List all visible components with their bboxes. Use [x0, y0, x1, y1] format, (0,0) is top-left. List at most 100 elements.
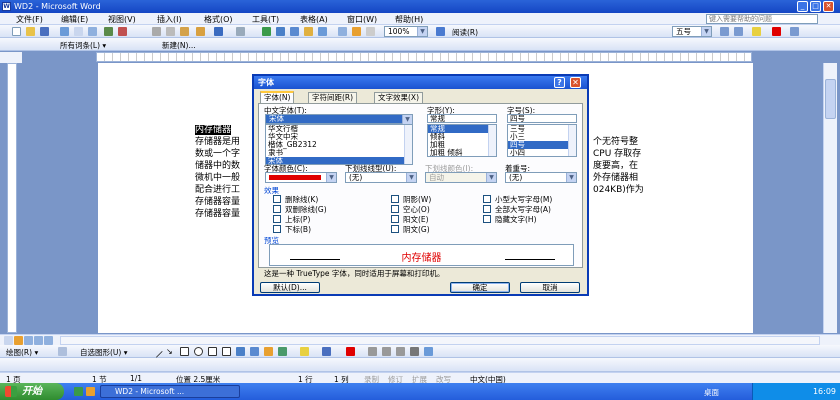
- start-button[interactable]: 开始: [0, 383, 64, 400]
- hyperlink-icon[interactable]: [262, 27, 271, 36]
- diagram-icon[interactable]: [250, 347, 259, 356]
- spelling-icon[interactable]: [104, 27, 113, 36]
- menu-file[interactable]: 文件(F): [16, 14, 43, 25]
- new-entry-button[interactable]: 新建(N)...: [162, 40, 196, 51]
- print-preview-icon[interactable]: [88, 27, 97, 36]
- menu-tools[interactable]: 工具(T): [252, 14, 279, 25]
- quicklaunch-ie-icon[interactable]: [86, 387, 95, 396]
- autoshapes-menu[interactable]: 自选图形(U) ▾: [80, 347, 128, 358]
- help-button[interactable]: ?: [554, 77, 565, 88]
- menu-help[interactable]: 帮助(H): [395, 14, 423, 25]
- hidden-checkbox[interactable]: [483, 215, 491, 223]
- wordart-icon[interactable]: [236, 347, 245, 356]
- default-button[interactable]: 默认(D)...: [260, 282, 320, 293]
- selected-heading[interactable]: 内存储器: [195, 125, 232, 135]
- format-painter-icon[interactable]: [196, 27, 205, 36]
- dash-style-icon[interactable]: [382, 347, 391, 356]
- horizontal-ruler[interactable]: [96, 52, 752, 62]
- maximize-button[interactable]: □: [810, 1, 821, 12]
- outline-view-icon[interactable]: [34, 336, 43, 345]
- select-objects-icon[interactable]: [58, 347, 67, 356]
- arrow-icon[interactable]: ↘: [166, 347, 175, 356]
- doc-map-icon[interactable]: [352, 27, 361, 36]
- copy-icon[interactable]: [166, 27, 175, 36]
- cn-font-input[interactable]: 宋体 ▼: [265, 114, 413, 124]
- cancel-button[interactable]: 取消: [520, 282, 580, 293]
- menu-edit[interactable]: 编辑(E): [61, 14, 88, 25]
- print-view-icon[interactable]: [24, 336, 33, 345]
- cn-font-list[interactable]: 华文行楷 华文中宋 楷体_GB2312 隶书 宋体: [265, 124, 413, 165]
- underline-style-select[interactable]: (无) ▼: [345, 172, 417, 183]
- menu-insert[interactable]: 插入(I): [157, 14, 182, 25]
- research-icon[interactable]: [118, 27, 127, 36]
- font-color-icon[interactable]: [772, 27, 781, 36]
- show-hide-icon[interactable]: [366, 27, 375, 36]
- read-mode-button[interactable]: 阅读(R): [452, 27, 478, 38]
- ok-button[interactable]: 确定: [450, 282, 510, 293]
- outline-checkbox[interactable]: [391, 205, 399, 213]
- font-size-select[interactable]: 五号 ▼: [672, 26, 712, 37]
- tab-text-effects[interactable]: 文字效果(X): [374, 92, 423, 103]
- menu-table[interactable]: 表格(A): [300, 14, 328, 25]
- shadow-style-icon[interactable]: [410, 347, 419, 356]
- size-input[interactable]: 四号: [507, 114, 577, 123]
- help-icon[interactable]: [436, 27, 445, 36]
- align-icon[interactable]: [720, 27, 729, 36]
- picture-icon[interactable]: [278, 347, 287, 356]
- web-view-icon[interactable]: [14, 336, 23, 345]
- menu-format[interactable]: 格式(O): [204, 14, 233, 25]
- fill-color-icon[interactable]: [300, 347, 309, 356]
- all-entries-button[interactable]: 所有词条(L) ▾: [60, 40, 106, 51]
- small-caps-checkbox[interactable]: [483, 195, 491, 203]
- more-buttons-icon[interactable]: [790, 27, 799, 36]
- scroll-thumb[interactable]: [825, 79, 836, 119]
- draw-menu[interactable]: 绘图(R) ▾: [6, 347, 38, 358]
- save-icon[interactable]: [40, 27, 49, 36]
- print-icon[interactable]: [74, 27, 83, 36]
- 3d-style-icon[interactable]: [424, 347, 433, 356]
- menu-view[interactable]: 视图(V): [108, 14, 136, 25]
- style-input[interactable]: 常规: [427, 114, 497, 123]
- undo-icon[interactable]: [214, 27, 223, 36]
- emboss-checkbox[interactable]: [391, 215, 399, 223]
- permission-icon[interactable]: [60, 27, 69, 36]
- bullets-icon[interactable]: [734, 27, 743, 36]
- list-item[interactable]: 加粗 倾斜: [428, 149, 496, 157]
- drawing-icon[interactable]: [338, 27, 347, 36]
- highlight-icon[interactable]: [752, 27, 761, 36]
- line-style-icon[interactable]: [368, 347, 377, 356]
- dialog-close-button[interactable]: ✕: [570, 77, 581, 88]
- underline-color-select[interactable]: 自动 ▼: [425, 172, 497, 183]
- line-color-icon[interactable]: [322, 347, 331, 356]
- list-scrollbar[interactable]: [568, 125, 576, 156]
- tab-character-spacing[interactable]: 字符间距(R): [308, 92, 358, 103]
- horizontal-scrollbar[interactable]: [60, 336, 820, 345]
- new-doc-icon[interactable]: [12, 27, 21, 36]
- vertical-scrollbar[interactable]: [823, 63, 837, 333]
- oval-icon[interactable]: [194, 347, 203, 356]
- list-scrollbar[interactable]: [404, 125, 412, 164]
- shadow-checkbox[interactable]: [391, 195, 399, 203]
- list-item[interactable]: 楷体_GB2312: [266, 141, 412, 149]
- engrave-checkbox[interactable]: [391, 225, 399, 233]
- redo-icon[interactable]: [236, 27, 245, 36]
- textbox-icon[interactable]: [208, 347, 217, 356]
- strikethrough-checkbox[interactable]: [273, 195, 281, 203]
- menu-window[interactable]: 窗口(W): [347, 14, 377, 25]
- quicklaunch-icon[interactable]: [74, 387, 83, 396]
- clipart-icon[interactable]: [264, 347, 273, 356]
- insert-excel-icon[interactable]: [304, 27, 313, 36]
- open-icon[interactable]: [26, 27, 35, 36]
- minimize-button[interactable]: _: [797, 1, 808, 12]
- taskbar-item-word[interactable]: WD2 - Microsoft ...: [100, 385, 240, 398]
- subscript-checkbox[interactable]: [273, 225, 281, 233]
- style-list[interactable]: 常规 倾斜 加粗 加粗 倾斜: [427, 124, 497, 157]
- emphasis-select[interactable]: (无) ▼: [505, 172, 577, 183]
- arrow-style-icon[interactable]: [396, 347, 405, 356]
- double-strikethrough-checkbox[interactable]: [273, 205, 281, 213]
- line-icon[interactable]: [150, 345, 163, 358]
- close-button[interactable]: ✕: [823, 1, 834, 12]
- help-search-input[interactable]: 键入需要帮助的问题: [706, 14, 818, 24]
- list-item[interactable]: 隶书: [266, 149, 412, 157]
- size-list[interactable]: 三号 小三 四号 小四 五号: [507, 124, 577, 157]
